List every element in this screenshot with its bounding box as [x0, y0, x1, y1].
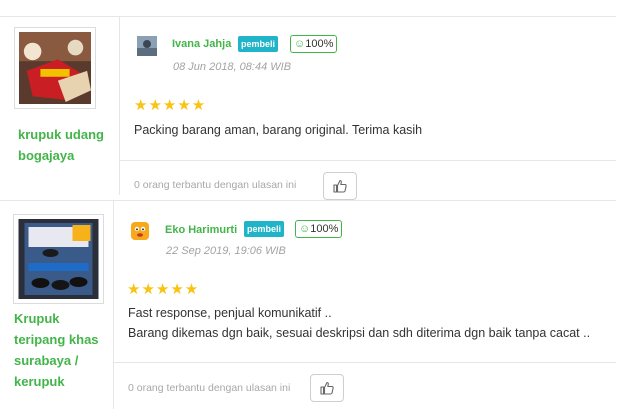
product-thumbnail[interactable] [13, 214, 104, 304]
helpful-button[interactable] [323, 172, 357, 200]
thumbs-up-icon [333, 179, 347, 193]
smile-icon: ☺ [299, 223, 311, 235]
review-text: Packing barang aman, barang original. Te… [134, 123, 423, 137]
reputation-badge: ☺100% [290, 35, 338, 53]
buyer-badge: pembeli [238, 36, 279, 52]
product-name-link[interactable]: krupuk udang bogajaya [18, 124, 108, 166]
reputation-percent: 100% [310, 223, 339, 235]
star-rating: ★★★★★ [127, 281, 200, 298]
reviewer-avatar [137, 36, 157, 56]
column-divider [119, 17, 120, 195]
star-rating: ★★★★★ [134, 97, 207, 114]
product-thumbnail[interactable] [14, 27, 96, 109]
review-footer-divider [114, 362, 616, 363]
review-text-line: Barang dikemas dgn baik, sesuai deskrips… [128, 326, 591, 340]
smile-icon: ☺ [294, 38, 306, 50]
review-text-line: Fast response, penjual komunikatif .. [128, 306, 332, 320]
reviewer-name[interactable]: Ivana Jahja [172, 38, 231, 50]
thumbs-up-icon [320, 381, 334, 395]
helpful-button[interactable] [310, 374, 344, 402]
product-name-link[interactable]: Krupuk teripang khas surabaya / kerupuk [14, 308, 104, 392]
reviewer-name[interactable]: Eko Harimurti [165, 224, 237, 236]
review-date: 08 Jun 2018, 08:44 WIB [173, 61, 292, 73]
buyer-badge: pembeli [244, 221, 285, 237]
reputation-percent: 100% [305, 38, 334, 50]
product-image-icon [18, 219, 99, 299]
review-footer-divider [120, 160, 616, 161]
review-card: krupuk udang bogajaya Ivana Jahja pembel… [0, 17, 626, 200]
helpful-count-text: 0 orang terbantu dengan ulasan ini [128, 382, 291, 394]
product-image-icon [19, 32, 91, 104]
column-divider [113, 201, 114, 409]
helpful-count-text: 0 orang terbantu dengan ulasan ini [134, 179, 297, 191]
reviewer-avatar [131, 222, 149, 240]
review-date: 22 Sep 2019, 19:06 WIB [166, 245, 286, 257]
review-card: Krupuk teripang khas surabaya / kerupuk … [0, 201, 626, 409]
reputation-badge: ☺100% [295, 220, 343, 238]
